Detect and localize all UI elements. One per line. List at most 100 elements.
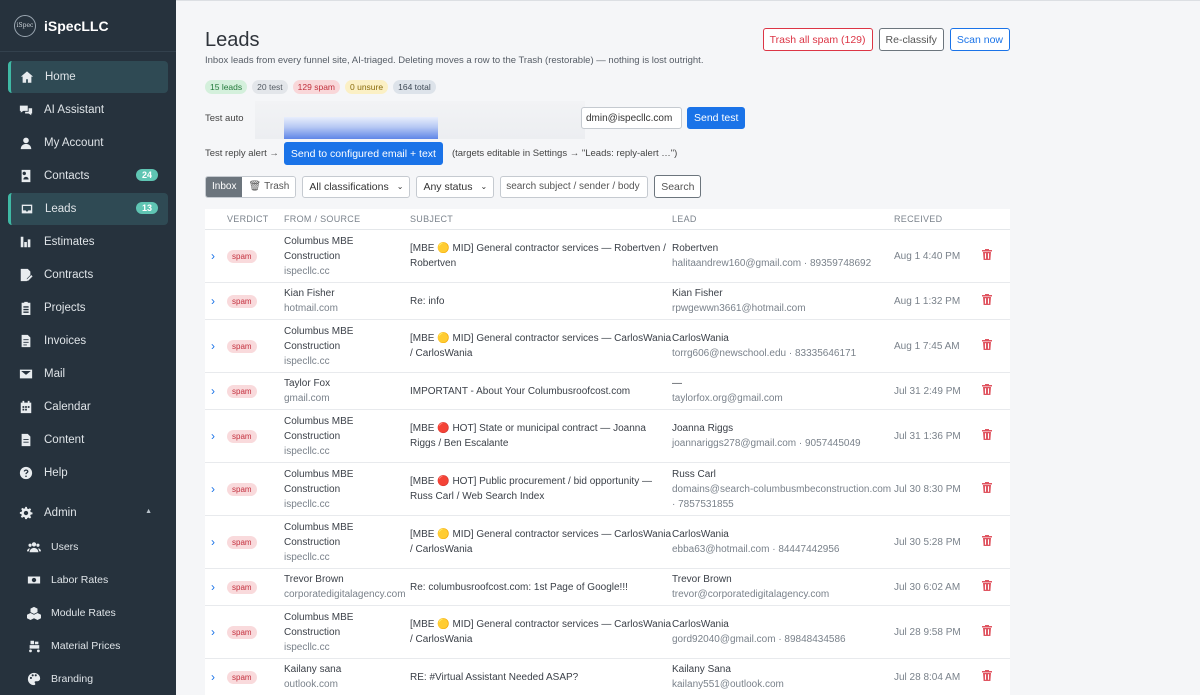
delete-trash-icon[interactable] [982, 625, 1010, 639]
header-subject[interactable]: SUBJECT [410, 214, 672, 224]
users-icon [26, 539, 42, 555]
sidebar-item-content[interactable]: Content [8, 424, 168, 456]
sidebar-item-leads[interactable]: Leads 13 [8, 193, 168, 225]
sidebar-subitem-label: Module Rates [51, 606, 116, 619]
delete-trash-icon[interactable] [982, 429, 1010, 443]
table-row[interactable]: › spam Columbus MBE Construction ispecllc.c… [205, 463, 1010, 516]
search-input[interactable] [500, 175, 649, 198]
trash-tab-label: Trash [264, 181, 290, 192]
delete-trash-icon[interactable] [982, 535, 1010, 549]
page-subtitle: Inbox leads from every funnel site, AI-t… [205, 55, 704, 66]
expand-chevron-icon[interactable]: › [205, 339, 227, 353]
from-cell: Trevor Brown corporatedigitalagency.com [284, 572, 410, 602]
table-row[interactable]: › spam Columbus MBE Construction ispecllc.c… [205, 230, 1010, 283]
status-select[interactable]: Any status ⌄ [416, 175, 495, 198]
sidebar-item-home[interactable]: Home [8, 61, 168, 93]
from-source: ispecllc.cc [284, 551, 330, 563]
sidebar-item-projects[interactable]: Projects [8, 292, 168, 324]
sidebar-item-contracts[interactable]: Contracts [8, 259, 168, 291]
sidebar-item-estimates[interactable]: Estimates [8, 226, 168, 258]
table-row[interactable]: › spam Kailany sana outlook.com RE: #Virtual… [205, 659, 1010, 695]
expand-chevron-icon[interactable]: › [205, 384, 227, 398]
table-row[interactable]: › spam Taylor Fox gmail.com IMPORTANT - Abou… [205, 373, 1010, 410]
contacts-icon [18, 168, 34, 184]
trash-all-spam-button[interactable]: Trash all spam (129) [762, 28, 873, 51]
expand-chevron-icon[interactable]: › [205, 535, 227, 549]
delete-trash-icon[interactable] [982, 670, 1010, 684]
delete-trash-icon[interactable] [982, 249, 1010, 263]
lead-name: CarlosWania [672, 333, 729, 344]
sidebar-subitem-labor-rates[interactable]: Labor Rates [0, 563, 176, 596]
subject-cell[interactable]: [MBE 🔴 HOT] State or municipal contract … [410, 421, 672, 451]
expand-chevron-icon[interactable]: › [205, 249, 227, 263]
sidebar-subitem-material-prices[interactable]: Material Prices [0, 629, 176, 662]
expand-chevron-icon[interactable]: › [205, 625, 227, 639]
header-verdict[interactable]: VERDICT [227, 214, 284, 224]
sidebar-subitem-users[interactable]: Users [0, 530, 176, 563]
trash-tab[interactable]: 🗑 Trash [242, 176, 296, 197]
sidebar-item-ai-assistant[interactable]: AI Assistant [8, 94, 168, 126]
delete-trash-icon[interactable] [982, 384, 1010, 398]
subject-cell[interactable]: [MBE 🟡 MID] General contractor services … [410, 331, 672, 361]
lead-cell: CarlosWania torrg606@newschool.edu · 8333… [672, 331, 894, 361]
sidebar-item-contacts[interactable]: Contacts 24 [8, 160, 168, 192]
header-from[interactable]: FROM / SOURCE [284, 214, 410, 224]
table-row[interactable]: › spam Columbus MBE Construction ispecllc.c… [205, 516, 1010, 569]
test-email-input[interactable]: dmin@ispecllc.com [581, 107, 682, 129]
delete-trash-icon[interactable] [982, 580, 1010, 594]
sidebar-item-label: Projects [44, 302, 86, 314]
sidebar-item-help[interactable]: Help [8, 457, 168, 489]
classification-select[interactable]: All classifications ⌄ [302, 175, 411, 198]
send-test-button[interactable]: Send test [687, 107, 746, 129]
expand-chevron-icon[interactable]: › [205, 482, 227, 496]
test-auto-label: Test auto [205, 112, 244, 124]
delete-trash-icon[interactable] [982, 339, 1010, 353]
expand-chevron-icon[interactable]: › [205, 670, 227, 684]
subject-cell[interactable]: Re: columbusroofcost.com: 1st Page of Go… [410, 580, 672, 595]
sidebar-item-admin[interactable]: Admin ▲ [8, 497, 168, 529]
sidebar-subitem-label: Branding [51, 672, 94, 685]
sidebar-item-label: Calendar [44, 401, 91, 413]
brand-name: iSpecLLC [44, 17, 109, 34]
header-lead[interactable]: LEAD [672, 214, 894, 224]
delete-trash-icon[interactable] [982, 294, 1010, 308]
sidebar-subitem-module-rates[interactable]: Module Rates [0, 596, 176, 629]
sidebar-item-calendar[interactable]: Calendar [8, 391, 168, 423]
table-row[interactable]: › spam Columbus MBE Construction ispecllc.c… [205, 606, 1010, 659]
verdict-badge: spam [227, 625, 257, 639]
verdict-badge: spam [227, 294, 257, 308]
expand-chevron-icon[interactable]: › [205, 294, 227, 308]
table-row[interactable]: › spam Columbus MBE Construction ispecllc.c… [205, 320, 1010, 373]
table-row[interactable]: › spam Kian Fisher hotmail.com Re: info Kian … [205, 283, 1010, 320]
sidebar-item-invoices[interactable]: Invoices [8, 325, 168, 357]
inbox-tab[interactable]: Inbox [206, 176, 243, 197]
search-button[interactable]: Search [654, 175, 702, 198]
expand-chevron-icon[interactable]: › [205, 429, 227, 443]
leads-count-pill: 15 leads [205, 80, 248, 94]
subject-cell[interactable]: RE: #Virtual Assistant Needed ASAP? [410, 670, 672, 685]
reclassify-button[interactable]: Re-classify [878, 28, 944, 51]
delete-trash-icon[interactable] [982, 482, 1010, 496]
sidebar-item-label: Invoices [44, 335, 87, 347]
sidebar-subitem-label: Labor Rates [51, 573, 109, 586]
from-cell: Columbus MBE Construction ispecllc.cc [284, 467, 410, 512]
table-row[interactable]: › spam Trevor Brown corporatedigitalagency.… [205, 569, 1010, 606]
subject-cell[interactable]: IMPORTANT - About Your Columbusroofcost.… [410, 384, 672, 399]
table-row[interactable]: › spam Columbus MBE Construction ispecllc.c… [205, 410, 1010, 463]
sidebar-subitem-branding[interactable]: Branding [0, 662, 176, 695]
from-source: hotmail.com [284, 303, 338, 314]
sidebar-item-mail[interactable]: Mail [8, 358, 168, 390]
subject-cell[interactable]: [MBE 🟡 MID] General contractor services … [410, 241, 672, 271]
subject-cell[interactable]: [MBE 🟡 MID] General contractor services … [410, 617, 672, 647]
send-configured-button[interactable]: Send to configured email + text [283, 142, 443, 165]
sidebar-item-my-account[interactable]: My Account [8, 127, 168, 159]
main-content: Leads Inbox leads from every funnel site… [176, 0, 1200, 695]
header-received[interactable]: RECEIVED [894, 214, 982, 224]
expand-chevron-icon[interactable]: › [205, 580, 227, 594]
subject-cell[interactable]: [MBE 🟡 MID] General contractor services … [410, 527, 672, 557]
subject-cell[interactable]: [MBE 🔴 HOT] Public procurement / bid opp… [410, 474, 672, 504]
subject-cell[interactable]: Re: info [410, 294, 672, 309]
scan-now-button[interactable]: Scan now [949, 28, 1010, 51]
verdict-badge: spam [227, 429, 257, 443]
brand[interactable]: iSpec iSpecLLC [0, 0, 176, 52]
